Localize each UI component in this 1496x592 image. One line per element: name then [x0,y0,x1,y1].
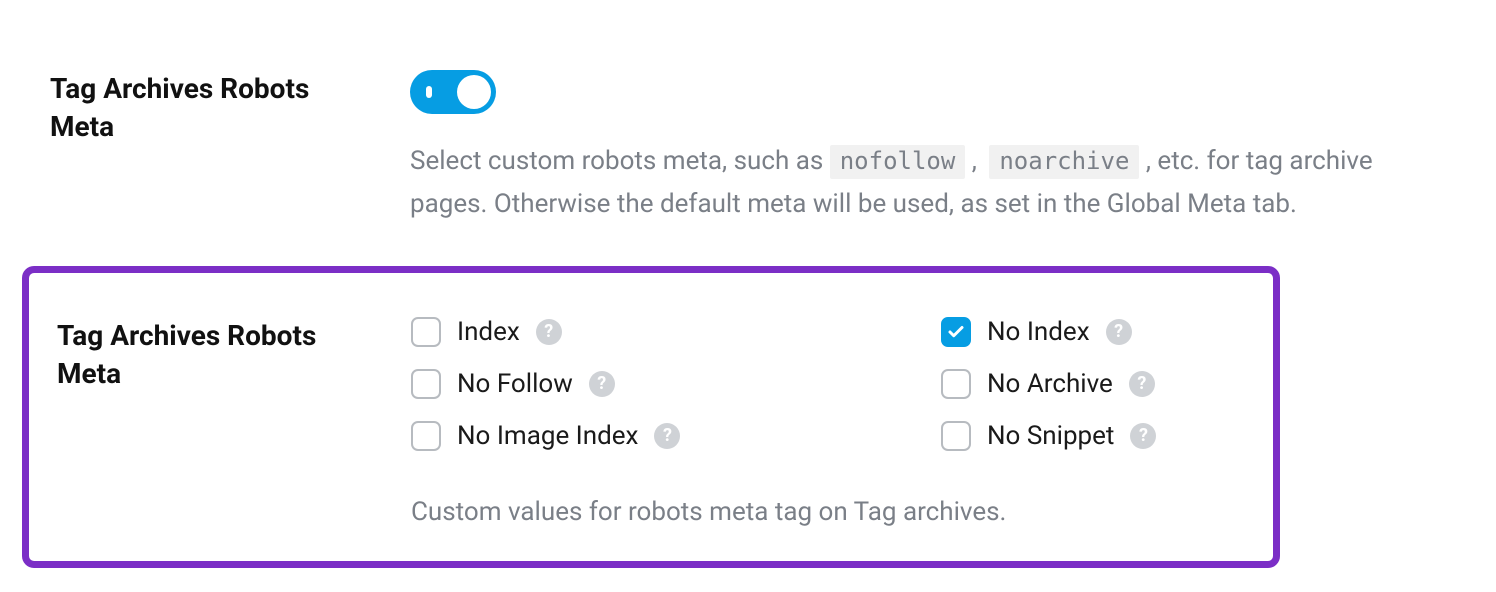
check-icon [947,323,965,341]
toggle-indicator-icon [426,86,432,98]
checkbox-no-index[interactable] [941,317,971,347]
help-icon[interactable]: ? [1130,423,1156,449]
section-label: Tag Archives Robots Meta [50,70,410,146]
section-description: Select custom robots meta, such as nofol… [410,140,1410,226]
checkbox-no-snippet[interactable] [941,421,971,451]
checkbox-label: No Archive [987,369,1113,399]
checkbox-item-no-image-index: No Image Index ? [411,421,941,451]
code-chip-noarchive: noarchive [989,145,1139,179]
checkbox-item-no-follow: No Follow ? [411,369,941,399]
desc-text: , [965,146,983,176]
robots-meta-options-section: Tag Archives Robots Meta Index ? No Inde… [29,273,1273,561]
section-content: Select custom robots meta, such as nofol… [410,70,1446,226]
checkbox-label: No Snippet [987,421,1114,451]
section-content: Index ? No Index ? No Follow ? [411,317,1245,527]
checkbox-grid: Index ? No Index ? No Follow ? [411,317,1245,451]
checkbox-label: No Follow [457,369,573,399]
help-icon[interactable]: ? [1129,371,1155,397]
checkbox-no-archive[interactable] [941,369,971,399]
robots-meta-options-panel: Tag Archives Robots Meta Index ? No Inde… [22,266,1280,568]
help-icon[interactable]: ? [654,423,680,449]
checkbox-item-no-snippet: No Snippet ? [941,421,1245,451]
checkbox-index[interactable] [411,317,441,347]
code-chip-nofollow: nofollow [830,145,966,179]
section-footer-description: Custom values for robots meta tag on Tag… [411,497,1245,527]
checkbox-item-index: Index ? [411,317,941,347]
checkbox-label: Index [457,317,520,347]
checkbox-no-image-index[interactable] [411,421,441,451]
help-icon[interactable]: ? [1106,319,1132,345]
robots-meta-toggle-section: Tag Archives Robots Meta Select custom r… [0,0,1496,266]
help-icon[interactable]: ? [589,371,615,397]
toggle-knob-icon [457,75,491,109]
checkbox-label: No Image Index [457,421,638,451]
checkbox-label: No Index [987,317,1090,347]
section-label: Tag Archives Robots Meta [57,317,411,393]
help-icon[interactable]: ? [536,319,562,345]
checkbox-item-no-index: No Index ? [941,317,1245,347]
robots-meta-toggle[interactable] [410,70,496,114]
checkbox-no-follow[interactable] [411,369,441,399]
desc-text: Select custom robots meta, such as [410,146,830,176]
checkbox-item-no-archive: No Archive ? [941,369,1245,399]
